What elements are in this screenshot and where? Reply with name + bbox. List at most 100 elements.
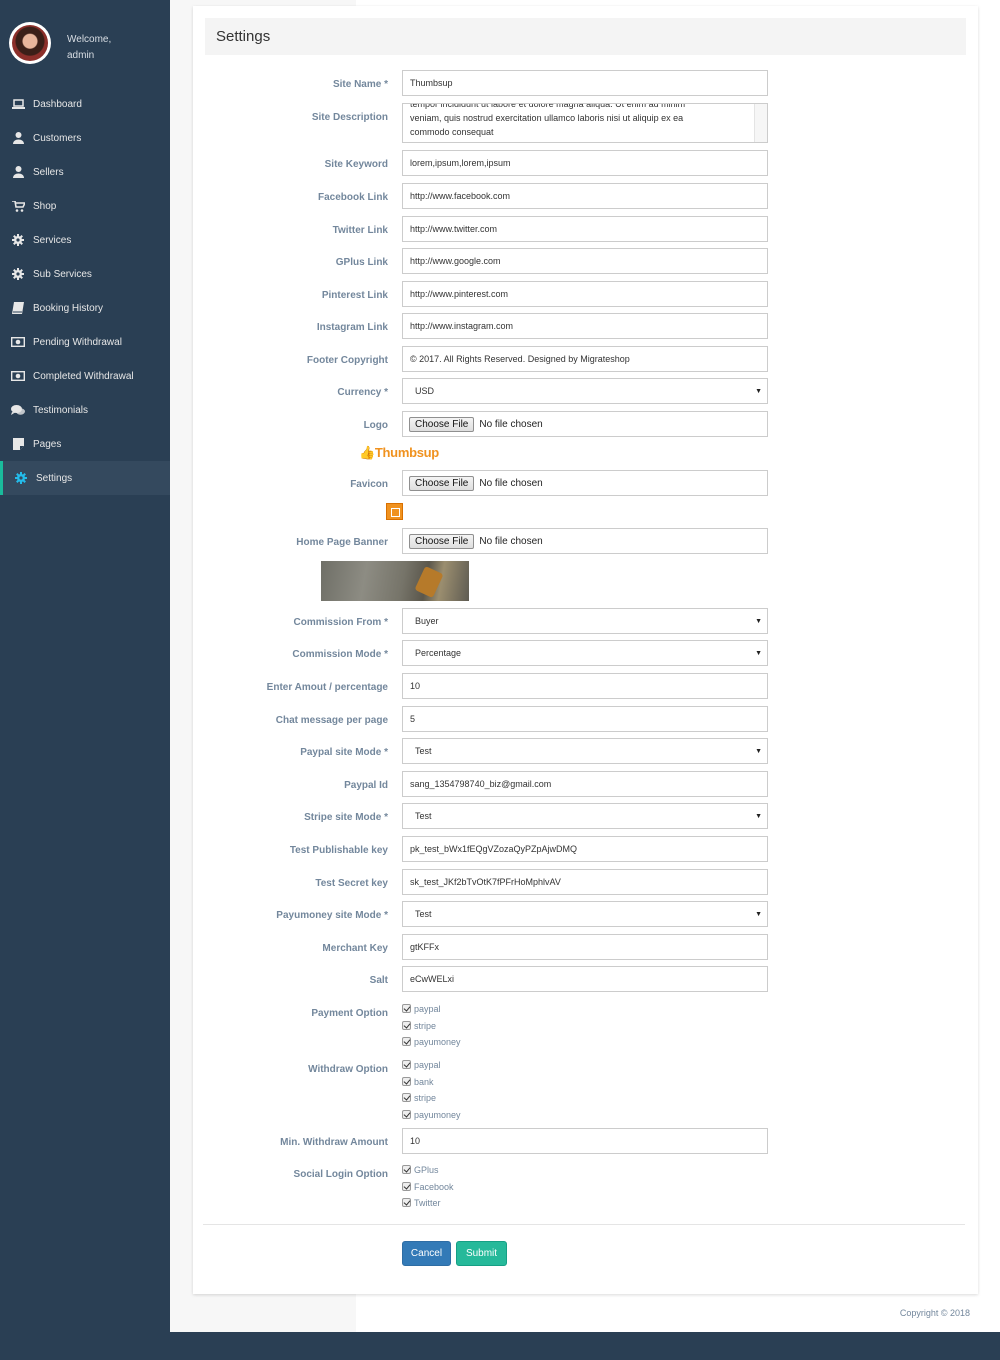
test-secret-key-label: Test Secret key	[315, 878, 388, 889]
checkbox-stripe[interactable]: stripe	[402, 1018, 461, 1035]
checkbox-icon[interactable]	[402, 1198, 411, 1207]
test-publishable-key-input[interactable]: pk_test_bWx1fEQgVZozaQyPZpAjwDMQ	[402, 836, 768, 862]
checkbox-gplus[interactable]: GPlus	[402, 1162, 454, 1179]
sidebar-item-sub-services[interactable]: Sub Services	[0, 257, 170, 291]
commission-mode-select[interactable]: Percentage ▼	[402, 640, 768, 666]
checkbox-label: paypal	[414, 1060, 441, 1070]
currency-label: Currency *	[337, 387, 388, 398]
chevron-down-icon: ▼	[755, 617, 762, 625]
sidebar-item-completed-withdrawal[interactable]: Completed Withdrawal	[0, 359, 170, 393]
paypal-mode-select[interactable]: Test ▼	[402, 738, 768, 764]
checkbox-icon[interactable]	[402, 1020, 411, 1030]
chevron-down-icon: ▼	[755, 747, 762, 755]
thumbs-up-icon: 👍	[359, 445, 375, 460]
checkbox-icon[interactable]	[402, 1181, 411, 1191]
checkbox-icon[interactable]	[402, 1060, 411, 1069]
site-description-textarea[interactable]: tempor incididunt ut labore et dolore ma…	[402, 103, 768, 143]
site-name-input[interactable]: Thumbsup	[402, 70, 768, 96]
stripe-mode-select[interactable]: Test ▼	[402, 803, 768, 829]
page-icon	[11, 438, 25, 450]
merchant-key-input[interactable]: gtKFFx	[402, 934, 768, 960]
facebook-link-label: Facebook Link	[317, 192, 388, 203]
checkbox-icon[interactable]	[402, 1093, 411, 1102]
choose-file-button[interactable]: Choose File	[409, 475, 475, 491]
twitter-link-input[interactable]: http://www.twitter.com	[402, 216, 768, 242]
checkbox-icon[interactable]	[402, 1076, 411, 1086]
gear-icon	[14, 472, 28, 484]
checkbox-icon[interactable]	[402, 1037, 411, 1046]
instagram-link-input[interactable]: http://www.instagram.com	[402, 313, 768, 339]
test-secret-key-input[interactable]: sk_test_JKf2bTvOtK7fPFrHoMphlvAV	[402, 869, 768, 895]
gear-icon	[11, 268, 25, 280]
choose-file-button[interactable]: Choose File	[409, 416, 475, 432]
chat-per-page-input[interactable]: 5	[402, 706, 768, 732]
withdraw-option-label: Withdraw Option	[308, 1064, 388, 1075]
paypal-id-input[interactable]: sang_1354798740_biz@gmail.com	[402, 771, 768, 797]
money-icon	[11, 370, 25, 382]
checkbox-icon[interactable]	[402, 1109, 411, 1119]
home-banner-label: Home Page Banner	[296, 537, 388, 548]
commission-from-value: Buyer	[415, 616, 439, 626]
checkbox-paypal[interactable]: paypal	[402, 1001, 461, 1018]
sidebar-item-booking-history[interactable]: Booking History	[0, 291, 170, 325]
min-withdraw-input[interactable]: 10	[402, 1128, 768, 1154]
submit-button[interactable]: Submit	[456, 1241, 507, 1266]
amount-input[interactable]: 10	[402, 673, 768, 699]
pinterest-link-input[interactable]: http://www.pinterest.com	[402, 281, 768, 307]
checkbox-payumoney[interactable]: payumoney	[402, 1107, 461, 1124]
sidebar-item-label: Pending Withdrawal	[33, 336, 122, 348]
home-banner-file-input[interactable]: Choose File No file chosen	[402, 528, 768, 554]
site-keyword-input[interactable]: lorem,ipsum,lorem,ipsum	[402, 150, 768, 176]
checkbox-icon[interactable]	[402, 1165, 411, 1174]
checkbox-facebook[interactable]: Facebook	[402, 1179, 454, 1196]
checkbox-label: paypal	[414, 1004, 441, 1014]
cancel-button[interactable]: Cancel	[402, 1241, 451, 1266]
comments-icon	[11, 404, 25, 416]
site-keyword-label: Site Keyword	[324, 159, 388, 170]
withdraw-option-list: paypal bank stripe payumoney	[402, 1057, 461, 1123]
sidebar-item-testimonials[interactable]: Testimonials	[0, 393, 170, 427]
panel-header: Settings	[205, 18, 966, 55]
sidebar-item-label: Shop	[33, 200, 57, 212]
salt-input[interactable]: eCwWELxi	[402, 966, 768, 992]
sidebar-item-label: Pages	[33, 438, 62, 450]
checkbox-paypal[interactable]: paypal	[402, 1057, 461, 1074]
checkbox-payumoney[interactable]: payumoney	[402, 1034, 461, 1051]
form-divider	[203, 1224, 965, 1225]
file-status: No file chosen	[479, 535, 543, 547]
checkbox-twitter[interactable]: Twitter	[402, 1195, 454, 1212]
sidebar-item-dashboard[interactable]: Dashboard	[0, 87, 170, 121]
sidebar-item-sellers[interactable]: Sellers	[0, 155, 170, 189]
page-title: Settings	[216, 28, 271, 45]
sidebar-item-services[interactable]: Services	[0, 223, 170, 257]
sidebar-item-settings[interactable]: Settings	[0, 461, 170, 495]
logo-preview: 👍Thumbsup	[359, 445, 439, 461]
social-login-label: Social Login Option	[293, 1169, 388, 1180]
commission-from-label: Commission From *	[293, 617, 388, 628]
user-icon	[11, 132, 25, 144]
sidebar-item-pending-withdrawal[interactable]: Pending Withdrawal	[0, 325, 170, 359]
payumoney-mode-select[interactable]: Test ▼	[402, 901, 768, 927]
description-line: veniam, quis nostrud exercitation ullamc…	[410, 113, 684, 123]
sidebar-item-customers[interactable]: Customers	[0, 121, 170, 155]
choose-file-button[interactable]: Choose File	[409, 533, 475, 549]
checkbox-label: stripe	[414, 1093, 437, 1103]
footer-copyright-input[interactable]: © 2017. All Rights Reserved. Designed by…	[402, 346, 768, 372]
avatar[interactable]	[9, 22, 51, 64]
sidebar-item-pages[interactable]: Pages	[0, 427, 170, 461]
checkbox-stripe[interactable]: stripe	[402, 1090, 461, 1107]
payumoney-mode-label: Payumoney site Mode *	[276, 910, 388, 921]
sidebar-item-label: Dashboard	[33, 98, 82, 110]
textarea-scrollbar[interactable]	[754, 104, 767, 142]
checkbox-icon[interactable]	[402, 1004, 411, 1013]
checkbox-bank[interactable]: bank	[402, 1074, 461, 1091]
gplus-link-input[interactable]: http://www.google.com	[402, 248, 768, 274]
sidebar-item-shop[interactable]: Shop	[0, 189, 170, 223]
logo-file-input[interactable]: Choose File No file chosen	[402, 411, 768, 437]
commission-from-select[interactable]: Buyer ▼	[402, 608, 768, 634]
welcome-text: Welcome, admin	[67, 32, 111, 64]
currency-select[interactable]: USD ▼	[402, 378, 768, 404]
facebook-link-input[interactable]: http://www.facebook.com	[402, 183, 768, 209]
favicon-file-input[interactable]: Choose File No file chosen	[402, 470, 768, 496]
twitter-link-label: Twitter Link	[332, 225, 388, 236]
